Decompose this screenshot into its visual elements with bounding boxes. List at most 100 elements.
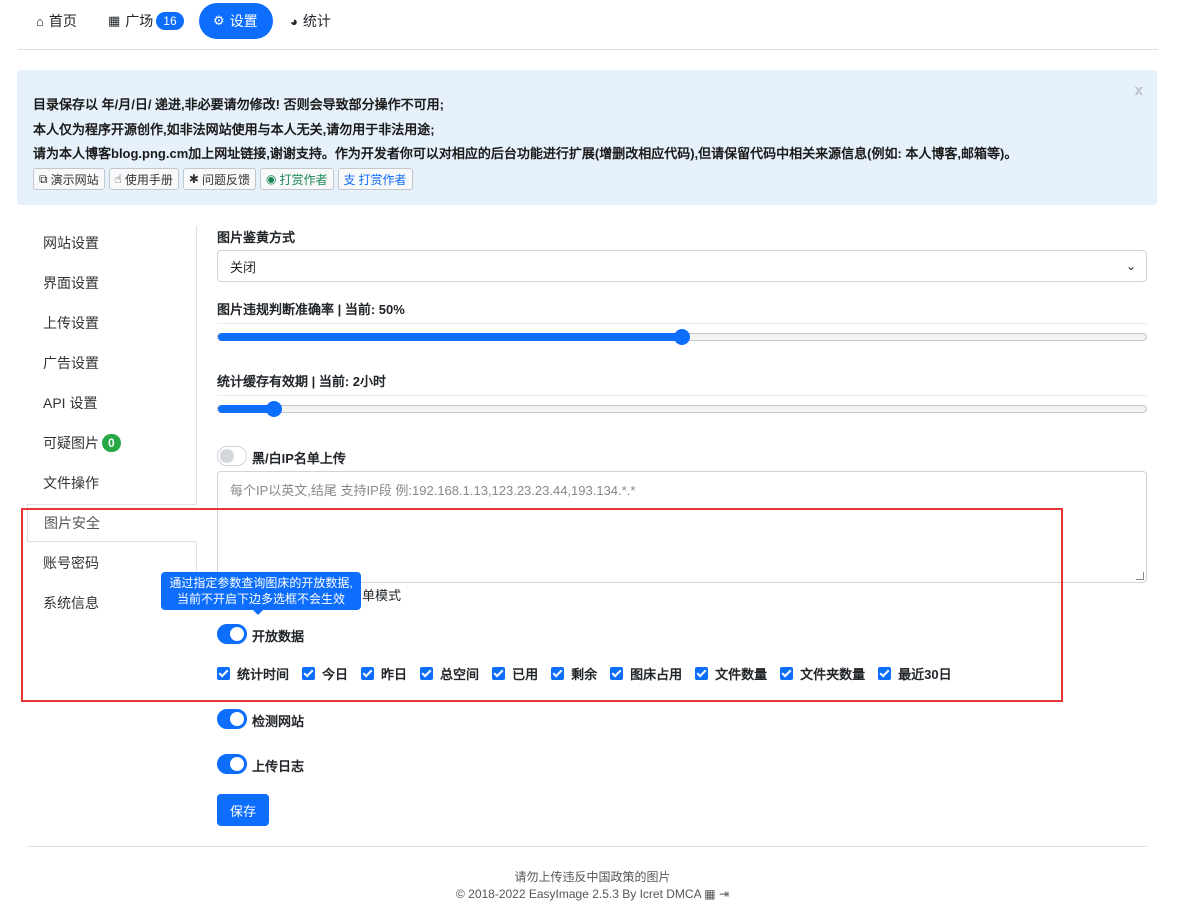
donate-alipay-label: 打赏作者 [358, 172, 407, 187]
gears-icon: ⚙ [213, 13, 225, 28]
checkbox-label: 总空间 [440, 667, 480, 682]
checkbox-stat-time[interactable]: 统计时间 [217, 664, 289, 683]
sidebar-item-upload[interactable]: 上传设置 [27, 304, 197, 342]
pie-chart-icon: ◕ [290, 13, 298, 29]
sidebar-item-ui[interactable]: 界面设置 [27, 264, 197, 302]
toggle-knob [230, 757, 244, 771]
qrcode-icon[interactable]: ▦ [704, 887, 715, 901]
sidebar-item-security[interactable]: 图片安全 [27, 504, 197, 542]
ip-list-label: 黑/白IP名单上传 [252, 451, 346, 466]
ip-list-textarea[interactable]: 每个IP以英文,结尾 支持IP段 例:192.168.1.13,123.23.2… [217, 471, 1147, 583]
checkbox-label: 今日 [322, 667, 349, 682]
manual-label: 使用手册 [124, 172, 173, 187]
divider [217, 323, 1147, 324]
checkbox-label: 已用 [512, 667, 539, 682]
checkbox-remaining[interactable]: 剩余 [551, 664, 597, 683]
checkbox-yesterday[interactable]: 昨日 [361, 664, 407, 683]
checkbox-checked[interactable] [492, 667, 506, 680]
checkbox-checked[interactable] [217, 667, 230, 680]
sidebar-item-files[interactable]: 文件操作 [27, 464, 197, 502]
tooltip-line-2: 当前不开启下边多选框不会生效 [176, 592, 345, 606]
open-data-checkboxes: 统计时间 今日 昨日 总空间 已用 剩余 图床占用 文件数量 文件夹数量 最近3… [217, 664, 965, 683]
sidebar-item-api[interactable]: API 设置 [27, 384, 197, 422]
ip-list-toggle[interactable] [217, 446, 247, 466]
sidebar-item-ads[interactable]: 广告设置 [27, 344, 197, 382]
checkbox-used[interactable]: 已用 [492, 664, 538, 683]
nsfw-method-value: 关闭 [230, 259, 257, 275]
open-data-tooltip: 通过指定参数查询图床的开放数据, 当前不开启下边多选框不会生效 [161, 572, 361, 615]
checkbox-label: 昨日 [381, 667, 408, 682]
checkbox-folder-count[interactable]: 文件夹数量 [780, 664, 865, 683]
top-nav: ⌂ 首页 ▦ 广场 16 ⚙ 设置 ◕ 统计 [18, 0, 1158, 50]
upload-log-label: 上传日志 [252, 759, 305, 774]
checkbox-label: 文件夹数量 [800, 667, 866, 682]
cache-label: 统计缓存有效期 | 当前: 2小时 [217, 374, 387, 389]
check-site-toggle[interactable] [217, 709, 247, 729]
checkbox-today[interactable]: 今日 [302, 664, 348, 683]
checkbox-checked[interactable] [780, 667, 794, 680]
notice-alert: 目录保存以 年/月/日/ 递进,非必要请勿修改! 否则会导致部分操作不可用; 本… [17, 70, 1157, 205]
feedback-button[interactable]: ✱ 问题反馈 [182, 168, 256, 190]
checkbox-label: 统计时间 [237, 667, 290, 682]
checkbox-last-30-days[interactable]: 最近30日 [878, 664, 952, 683]
feedback-label: 问题反馈 [201, 172, 250, 187]
tooltip-line-1: 通过指定参数查询图床的开放数据, [169, 576, 353, 590]
demo-site-label: 演示网站 [50, 172, 99, 187]
sidebar-item-site[interactable]: 网站设置 [27, 224, 197, 262]
nav-settings-label: 设置 [229, 13, 258, 29]
save-button[interactable]: 保存 [217, 794, 269, 826]
checkbox-checked[interactable] [695, 667, 709, 680]
checkbox-checked[interactable] [610, 667, 624, 680]
nav-settings[interactable]: ⚙ 设置 [199, 3, 273, 39]
nsfw-method-select[interactable]: 关闭 ⌄ [217, 250, 1147, 282]
thumbs-up-icon: ☝ [114, 172, 122, 186]
accuracy-slider[interactable] [217, 329, 1147, 345]
logout-icon[interactable]: ⇥ [719, 887, 729, 901]
resize-grip-icon[interactable] [1136, 572, 1144, 580]
alert-close-button[interactable]: x [1135, 82, 1143, 99]
notice-line-2: 本人仅为程序开源创作,如非法网站使用与本人无关,请勿用于非法用途; [33, 122, 435, 137]
nsfw-method-label: 图片鉴黄方式 [217, 230, 296, 245]
open-data-toggle[interactable] [217, 624, 247, 644]
toggle-knob [230, 627, 244, 641]
nav-square[interactable]: ▦ 广场 16 [94, 3, 198, 39]
wechat-icon: ◉ [266, 172, 277, 186]
nav-home[interactable]: ⌂ 首页 [22, 3, 91, 39]
nav-square-label: 广场 [125, 13, 154, 29]
checkbox-checked[interactable] [551, 667, 565, 680]
suspicious-count-badge: 0 [102, 434, 121, 452]
notice-line-1: 目录保存以 年/月/日/ 递进,非必要请勿修改! 否则会导致部分操作不可用; [33, 97, 444, 112]
upload-log-toggle[interactable] [217, 754, 247, 774]
square-count-badge: 16 [156, 12, 184, 30]
checkbox-checked[interactable] [420, 667, 434, 680]
list-mode-text: 单模式 [362, 588, 402, 603]
checkbox-checked[interactable] [878, 667, 892, 680]
donate-wechat-button[interactable]: ◉ 打赏作者 [260, 168, 334, 190]
checkbox-file-count[interactable]: 文件数量 [695, 664, 767, 683]
ip-list-placeholder: 每个IP以英文,结尾 支持IP段 例:192.168.1.13,123.23.2… [230, 483, 636, 498]
checkbox-label: 最近30日 [898, 667, 952, 682]
toggle-knob [220, 449, 234, 463]
external-link-icon: ⧉ [39, 171, 48, 186]
checkbox-image-usage[interactable]: 图床占用 [610, 664, 682, 683]
manual-button[interactable]: ☝ 使用手册 [108, 168, 179, 190]
open-data-label: 开放数据 [252, 629, 305, 644]
checkbox-total-space[interactable]: 总空间 [420, 664, 479, 683]
sidebar-item-suspicious[interactable]: 可疑图片 0 [27, 424, 197, 462]
donate-alipay-button[interactable]: 支 打赏作者 [337, 168, 413, 190]
divider [217, 395, 1147, 396]
accuracy-slider-thumb[interactable] [674, 329, 690, 345]
accuracy-label: 图片违规判断准确率 | 当前: 50% [217, 302, 405, 317]
cache-slider-thumb[interactable] [265, 401, 282, 417]
checkbox-checked[interactable] [361, 667, 375, 680]
nav-stats[interactable]: ◕ 统计 [276, 3, 345, 39]
checkbox-checked[interactable] [302, 667, 316, 680]
demo-site-button[interactable]: ⧉ 演示网站 [33, 168, 105, 190]
grid-icon: ▦ [108, 13, 121, 28]
cache-slider[interactable] [217, 401, 1147, 417]
check-site-label: 检测网站 [252, 714, 305, 729]
donate-wechat-label: 打赏作者 [279, 172, 328, 187]
tooltip-arrow [253, 610, 263, 615]
sidebar-item-suspicious-label: 可疑图片 [43, 435, 99, 451]
home-icon: ⌂ [36, 13, 44, 29]
